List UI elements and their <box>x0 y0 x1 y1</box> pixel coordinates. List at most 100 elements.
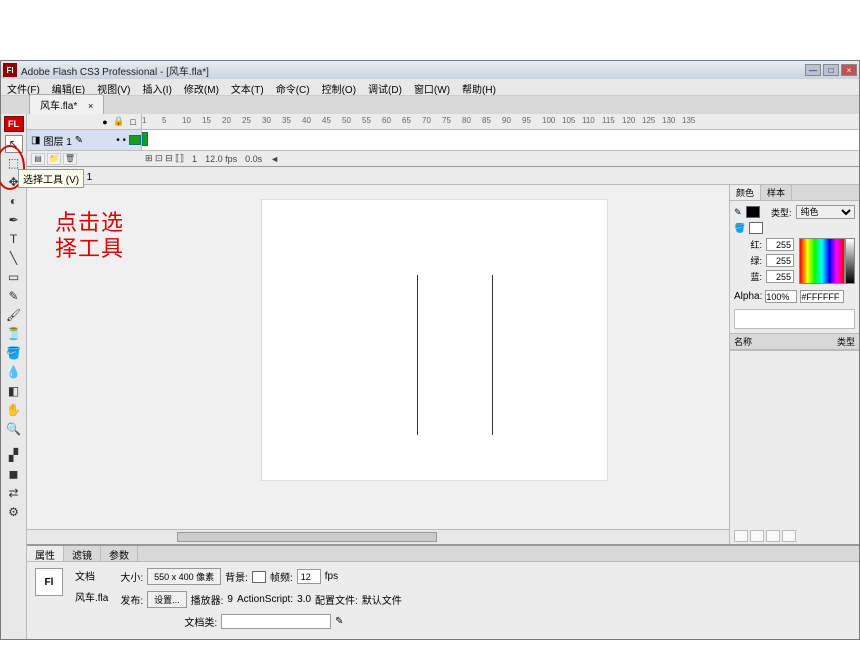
eyedropper-tool[interactable]: 💧 <box>5 363 23 381</box>
window-maximize-button[interactable]: □ <box>823 64 839 76</box>
brightness-slider[interactable] <box>845 238 855 284</box>
frame-number: 45 <box>322 116 331 125</box>
menu-debug[interactable]: 调试(D) <box>362 79 408 95</box>
menubar: 文件(F) 编辑(E) 视图(V) 插入(I) 修改(M) 文本(T) 命令(C… <box>1 79 859 96</box>
brush-tool[interactable]: 🖌 <box>5 306 23 324</box>
text-tool[interactable]: T <box>5 230 23 248</box>
frame-number: 50 <box>342 116 351 125</box>
window-close-button[interactable]: × <box>841 64 857 76</box>
fps-label: 帧频: <box>270 569 293 584</box>
docclass-input[interactable] <box>221 614 331 629</box>
blue-input[interactable] <box>766 270 794 283</box>
zoom-tool[interactable]: 🔍 <box>5 420 23 438</box>
bg-swatch[interactable] <box>252 571 266 583</box>
frame-number: 95 <box>522 116 531 125</box>
tab-color[interactable]: 颜色 <box>730 185 761 200</box>
alpha-input[interactable] <box>765 290 797 303</box>
frame-number: 10 <box>182 116 191 125</box>
lib-delete-button[interactable] <box>782 530 796 542</box>
menu-view[interactable]: 视图(V) <box>91 79 136 95</box>
drawn-line[interactable] <box>492 275 493 435</box>
swap-colors-icon[interactable]: ⇄ <box>5 484 23 502</box>
ink-bottle-tool[interactable]: 🫙 <box>5 325 23 343</box>
bucket-fill-icon[interactable]: 🪣 <box>734 223 745 234</box>
layer-row[interactable]: ◨ 图层 1 ✎ • • <box>27 130 142 150</box>
line-tool[interactable]: ╲ <box>5 249 23 267</box>
layer-visibility-icon[interactable]: ● <box>99 117 111 127</box>
frame-number: 135 <box>682 116 695 125</box>
frame-number: 15 <box>202 116 211 125</box>
new-layer-button[interactable]: ▤ <box>31 153 45 165</box>
tab-filters[interactable]: 滤镜 <box>64 546 101 561</box>
frame-number: 30 <box>262 116 271 125</box>
menu-modify[interactable]: 修改(M) <box>178 79 225 95</box>
document-tab-close-icon[interactable]: × <box>88 101 93 111</box>
new-folder-button[interactable]: 📁 <box>47 153 61 165</box>
blue-label: 蓝: <box>734 270 762 283</box>
lib-folder-button[interactable] <box>750 530 764 542</box>
fill-color-swatch[interactable]: ◼ <box>5 465 23 483</box>
horizontal-scrollbar[interactable] <box>27 529 729 544</box>
document-tab[interactable]: 风车.fla* × <box>29 94 104 114</box>
fill-swatch[interactable] <box>749 222 763 234</box>
window-minimize-button[interactable]: — <box>805 64 821 76</box>
menu-control[interactable]: 控制(O) <box>316 79 362 95</box>
lib-new-button[interactable] <box>734 530 748 542</box>
menu-window[interactable]: 窗口(W) <box>408 79 456 95</box>
frame-number: 1 <box>142 116 146 125</box>
menu-commands[interactable]: 命令(C) <box>270 79 316 95</box>
frame-number: 105 <box>562 116 575 125</box>
menu-text[interactable]: 文本(T) <box>225 79 270 95</box>
lib-props-button[interactable] <box>766 530 780 542</box>
layer-lock-icon[interactable]: 🔒 <box>113 116 125 127</box>
hex-input[interactable] <box>800 290 844 303</box>
hand-tool[interactable]: ✋ <box>5 401 23 419</box>
elapsed-time: 0.0s <box>245 154 262 164</box>
publish-settings-button[interactable]: 设置... <box>147 591 187 608</box>
size-button[interactable]: 550 x 400 像素 <box>147 568 221 585</box>
fps-input[interactable] <box>297 569 321 584</box>
paint-bucket-tool[interactable]: 🪣 <box>5 344 23 362</box>
frame-number: 90 <box>502 116 511 125</box>
frame-number: 110 <box>582 116 595 125</box>
stroke-swatch[interactable] <box>746 206 760 218</box>
right-panels: 颜色 样本 ✎ 类型: 纯色 🪣 红: 绿: 蓝: <box>729 185 859 544</box>
stage-area[interactable] <box>27 185 729 544</box>
menu-help[interactable]: 帮助(H) <box>456 79 502 95</box>
menu-edit[interactable]: 编辑(E) <box>46 79 91 95</box>
selection-tool[interactable]: ↖ <box>5 135 23 153</box>
color-type-select[interactable]: 纯色 <box>796 205 855 219</box>
frame-ruler[interactable]: 1510152025303540455055606570758085909510… <box>142 114 859 129</box>
frame-number: 100 <box>542 116 555 125</box>
color-picker[interactable] <box>799 238 845 284</box>
frame-number: 130 <box>662 116 675 125</box>
edit-docclass-icon[interactable]: ✎ <box>335 616 343 627</box>
pen-tool[interactable]: ✒ <box>5 211 23 229</box>
stroke-color-swatch[interactable]: ▞ <box>5 446 23 464</box>
frame-number: 70 <box>422 116 431 125</box>
tab-swatches[interactable]: 样本 <box>761 185 792 200</box>
library-list[interactable] <box>730 350 859 528</box>
titlebar: Fl Adobe Flash CS3 Professional - [风车.fl… <box>1 61 859 79</box>
menu-insert[interactable]: 插入(I) <box>136 79 177 95</box>
size-label: 大小: <box>120 569 143 584</box>
stage[interactable] <box>262 200 607 480</box>
frame-track[interactable] <box>142 130 859 150</box>
bg-label: 背景: <box>225 569 248 584</box>
keyframe[interactable] <box>142 132 148 146</box>
frame-number: 65 <box>402 116 411 125</box>
lasso-tool[interactable]: ◐ <box>5 192 23 210</box>
layer-outline-icon[interactable]: □ <box>127 117 139 127</box>
tab-parameters[interactable]: 参数 <box>101 546 138 561</box>
drawn-line[interactable] <box>417 275 418 435</box>
tab-properties[interactable]: 属性 <box>27 546 64 561</box>
rectangle-tool[interactable]: ▭ <box>5 268 23 286</box>
pencil-tool[interactable]: ✎ <box>5 287 23 305</box>
green-input[interactable] <box>766 254 794 267</box>
red-input[interactable] <box>766 238 794 251</box>
delete-layer-button[interactable]: 🗑 <box>63 153 77 165</box>
tool-options[interactable]: ⚙ <box>5 503 23 521</box>
pencil-stroke-icon[interactable]: ✎ <box>734 207 742 218</box>
menu-file[interactable]: 文件(F) <box>1 79 46 95</box>
eraser-tool[interactable]: ◧ <box>5 382 23 400</box>
